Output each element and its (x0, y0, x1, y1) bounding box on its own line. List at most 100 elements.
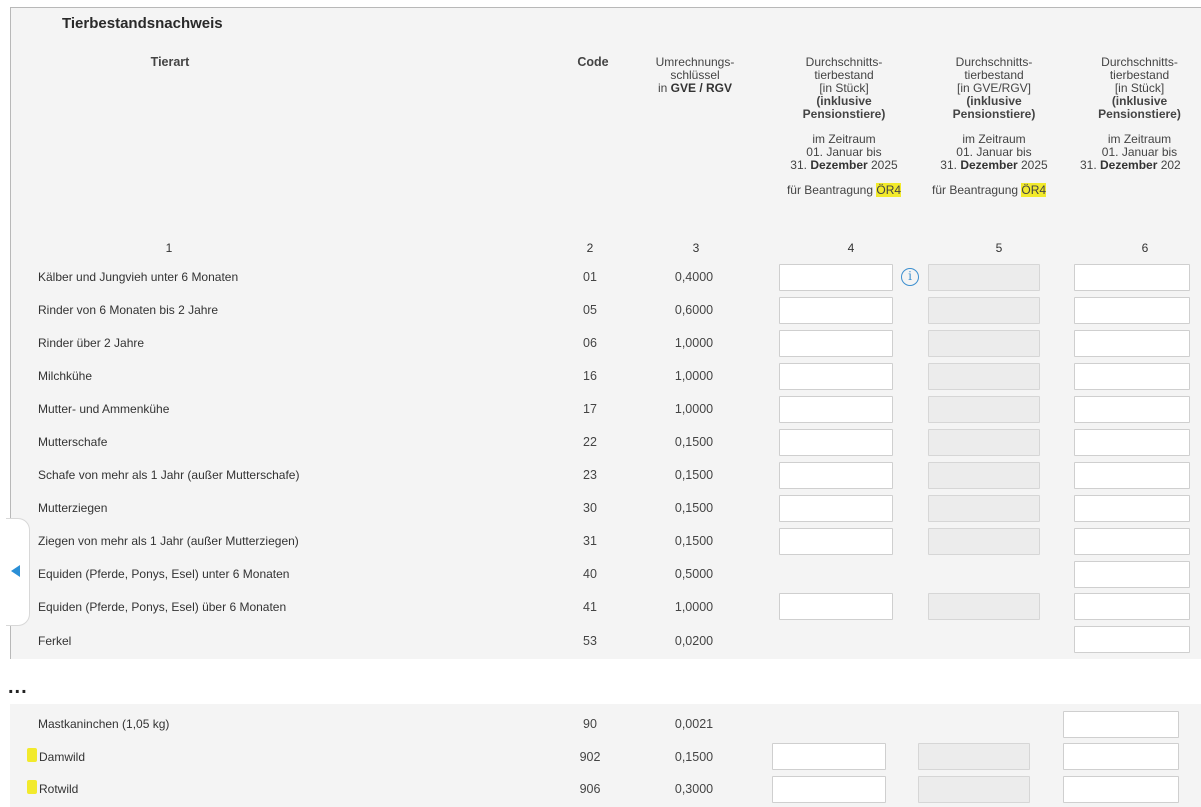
column-number: 6 (1141, 241, 1149, 255)
stueck-input-col6[interactable] (1074, 626, 1190, 653)
row-label: Ferkel (38, 634, 72, 648)
row-code: 31 (583, 534, 597, 548)
header-tierart: Tierart (150, 55, 190, 69)
row-factor: 0,1500 (674, 468, 714, 482)
column-number: 2 (586, 241, 594, 255)
row-factor: 0,1500 (674, 435, 714, 449)
row-code: 16 (583, 369, 597, 383)
gve-field-readonly (928, 462, 1040, 489)
row-label: Mastkaninchen (1,05 kg) (38, 717, 170, 731)
row-label: Ziegen von mehr als 1 Jahr (außer Mutter… (38, 534, 299, 548)
row-label: Mutterschafe (38, 435, 108, 449)
highlight-or4: ÖR4 (1021, 183, 1047, 197)
row-code: 53 (583, 634, 597, 648)
row-code: 17 (583, 402, 597, 416)
column-number: 1 (165, 241, 173, 255)
gve-field-readonly (928, 396, 1040, 423)
highlight-marker (27, 780, 37, 794)
row-label: Equiden (Pferde, Ponys, Esel) über 6 Mon… (38, 600, 287, 614)
gve-field-readonly (928, 297, 1040, 324)
stueck-input-col6[interactable] (1074, 363, 1190, 390)
stueck-input-col6[interactable] (1074, 528, 1190, 555)
row-code: 06 (583, 336, 597, 350)
ellipsis: ... (8, 676, 28, 698)
row-factor: 0,1500 (674, 534, 714, 548)
row-factor: 1,0000 (674, 336, 714, 350)
stueck-input-col6[interactable] (1074, 264, 1190, 291)
stueck-input[interactable] (772, 743, 886, 770)
header-col6: Durchschnitts- tierbestand [in Stück] (i… (1080, 56, 1181, 172)
row-label: Mutterziegen (38, 501, 108, 515)
gve-field-readonly (918, 776, 1030, 803)
stueck-input[interactable] (779, 396, 893, 423)
row-label: Kälber und Jungvieh unter 6 Monaten (38, 270, 239, 284)
page-title: Tierbestandsnachweis (62, 15, 223, 32)
stueck-input-col6[interactable] (1074, 561, 1190, 588)
gve-field-readonly (928, 264, 1040, 291)
row-code: 902 (579, 750, 601, 764)
row-label: Rinder von 6 Monaten bis 2 Jahre (38, 303, 219, 317)
stueck-input-col6[interactable] (1063, 743, 1179, 770)
row-code: 22 (583, 435, 597, 449)
row-factor: 0,1500 (674, 750, 714, 764)
gve-field-readonly (928, 363, 1040, 390)
stueck-input[interactable] (772, 776, 886, 803)
row-factor: 1,0000 (674, 402, 714, 416)
header-code: Code (577, 55, 609, 69)
row-code: 05 (583, 303, 597, 317)
header-col5: Durchschnitts- tierbestand [in GVE/RGV] … (932, 55, 1048, 197)
row-code: 30 (583, 501, 597, 515)
highlight-marker (27, 748, 37, 762)
stueck-input-col6[interactable] (1074, 297, 1190, 324)
stueck-input-col6[interactable] (1074, 396, 1190, 423)
row-factor: 1,0000 (674, 369, 714, 383)
stueck-input-col6[interactable] (1063, 711, 1179, 738)
arrow-left-icon[interactable] (11, 565, 20, 577)
row-code: 01 (583, 270, 597, 284)
row-code: 40 (583, 567, 597, 581)
stueck-input[interactable] (779, 264, 893, 291)
row-factor: 0,5000 (674, 567, 714, 581)
row-code: 906 (579, 782, 601, 796)
row-factor: 0,1500 (674, 501, 714, 515)
gve-field-readonly (928, 528, 1040, 555)
row-factor: 0,3000 (674, 782, 714, 796)
stueck-input-col6[interactable] (1074, 330, 1190, 357)
row-code: 90 (583, 717, 597, 731)
row-factor: 0,6000 (674, 303, 714, 317)
stueck-input[interactable] (779, 528, 893, 555)
stueck-input[interactable] (779, 495, 893, 522)
row-label: Damwild (39, 750, 86, 764)
gve-field-readonly (928, 429, 1040, 456)
gve-field-readonly (928, 495, 1040, 522)
column-number: 4 (847, 241, 855, 255)
column-number: 3 (692, 241, 700, 255)
row-code: 23 (583, 468, 597, 482)
row-label: Rotwild (39, 782, 79, 796)
stueck-input[interactable] (779, 363, 893, 390)
row-factor: 0,0021 (674, 717, 714, 731)
row-factor: 0,0200 (674, 634, 714, 648)
gve-field-readonly (928, 593, 1040, 620)
gve-field-readonly (928, 330, 1040, 357)
stueck-input[interactable] (779, 593, 893, 620)
stueck-input-col6[interactable] (1074, 462, 1190, 489)
row-label: Milchkühe (38, 369, 93, 383)
row-label: Rinder über 2 Jahre (38, 336, 145, 350)
stueck-input-col6[interactable] (1074, 495, 1190, 522)
row-label: Schafe von mehr als 1 Jahr (außer Mutter… (38, 468, 300, 482)
stueck-input-col6[interactable] (1074, 593, 1190, 620)
stueck-input[interactable] (779, 462, 893, 489)
stueck-input[interactable] (779, 330, 893, 357)
column-number: 5 (995, 241, 1003, 255)
info-icon[interactable]: i (901, 268, 919, 286)
row-label: Equiden (Pferde, Ponys, Esel) unter 6 Mo… (38, 567, 290, 581)
stueck-input[interactable] (779, 429, 893, 456)
gve-field-readonly (918, 743, 1030, 770)
stueck-input-col6[interactable] (1074, 429, 1190, 456)
stueck-input[interactable] (779, 297, 893, 324)
highlight-or4: ÖR4 (876, 183, 902, 197)
row-code: 41 (583, 600, 597, 614)
stueck-input-col6[interactable] (1063, 776, 1179, 803)
row-factor: 0,4000 (674, 270, 714, 284)
